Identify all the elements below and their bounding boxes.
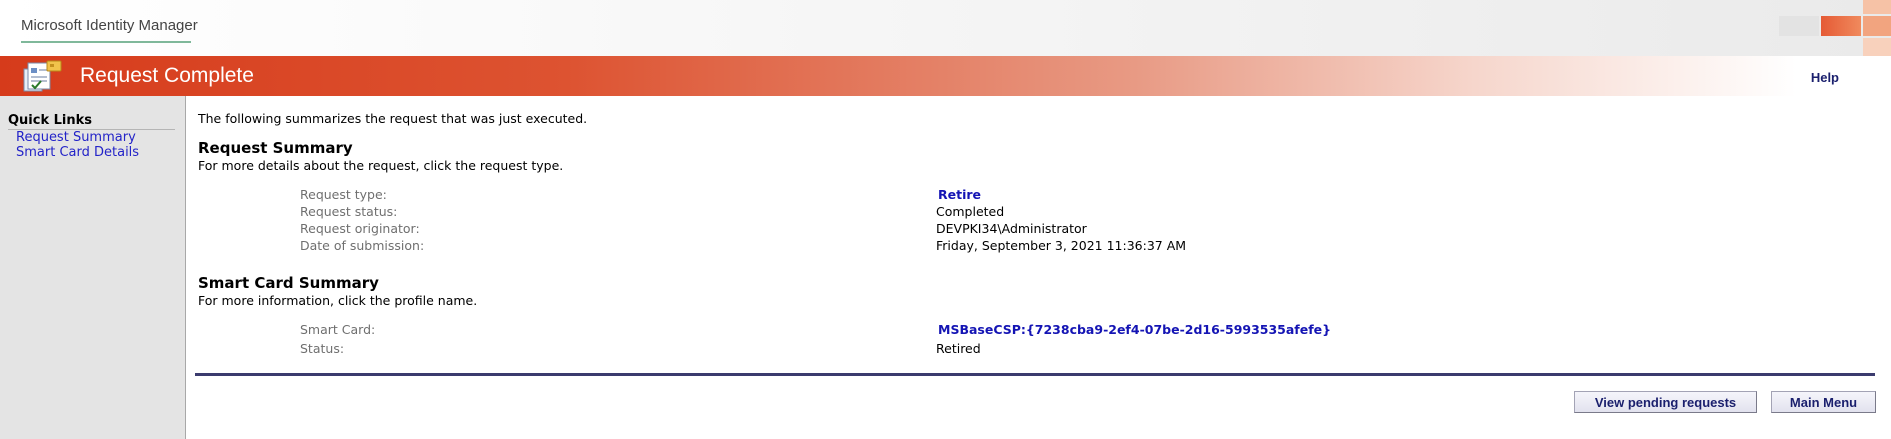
request-form-icon [23, 60, 63, 96]
product-name: Microsoft Identity Manager [21, 17, 198, 34]
brand-underline [21, 41, 191, 43]
page-title: Request Complete [80, 64, 254, 87]
main-menu-button[interactable]: Main Menu [1771, 391, 1876, 413]
intro-text: The following summarizes the request tha… [198, 111, 588, 126]
request-type-link[interactable]: Retire [938, 187, 981, 202]
view-pending-requests-button[interactable]: View pending requests [1574, 391, 1757, 413]
request-originator-label: Request originator: [300, 221, 420, 236]
help-link[interactable]: Help [1811, 70, 1839, 85]
request-summary-title: Request Summary [198, 139, 353, 157]
request-originator-value: DEVPKI34\Administrator [936, 221, 1087, 236]
request-status-value: Completed [936, 204, 1005, 219]
section-divider [195, 373, 1875, 376]
submission-date-label: Date of submission: [300, 238, 425, 253]
page-header-band: Request Complete Help [0, 56, 1891, 96]
request-status-label: Request status: [300, 204, 398, 219]
decorative-tiles [1771, 0, 1891, 56]
quick-link-request-summary[interactable]: Request Summary [16, 130, 136, 145]
request-type-label: Request type: [300, 187, 387, 202]
request-summary-subtitle: For more details about the request, clic… [198, 158, 564, 173]
card-status-value: Retired [936, 341, 981, 356]
card-status-label: Status: [300, 341, 345, 356]
branding-bar: Microsoft Identity Manager [0, 0, 1891, 56]
quick-links-title: Quick Links [8, 113, 175, 130]
submission-date-value: Friday, September 3, 2021 11:36:37 AM [936, 238, 1187, 253]
smart-card-label: Smart Card: [300, 322, 376, 337]
quick-links-sidebar: Quick Links Request Summary Smart Card D… [0, 96, 186, 439]
smart-card-summary-title: Smart Card Summary [198, 274, 379, 292]
smart-card-summary-subtitle: For more information, click the profile … [198, 293, 478, 308]
quick-link-smart-card-details[interactable]: Smart Card Details [16, 145, 139, 160]
smart-card-profile-link[interactable]: MSBaseCSP:{7238cba9-2ef4-07be-2d16-59935… [938, 322, 1331, 337]
